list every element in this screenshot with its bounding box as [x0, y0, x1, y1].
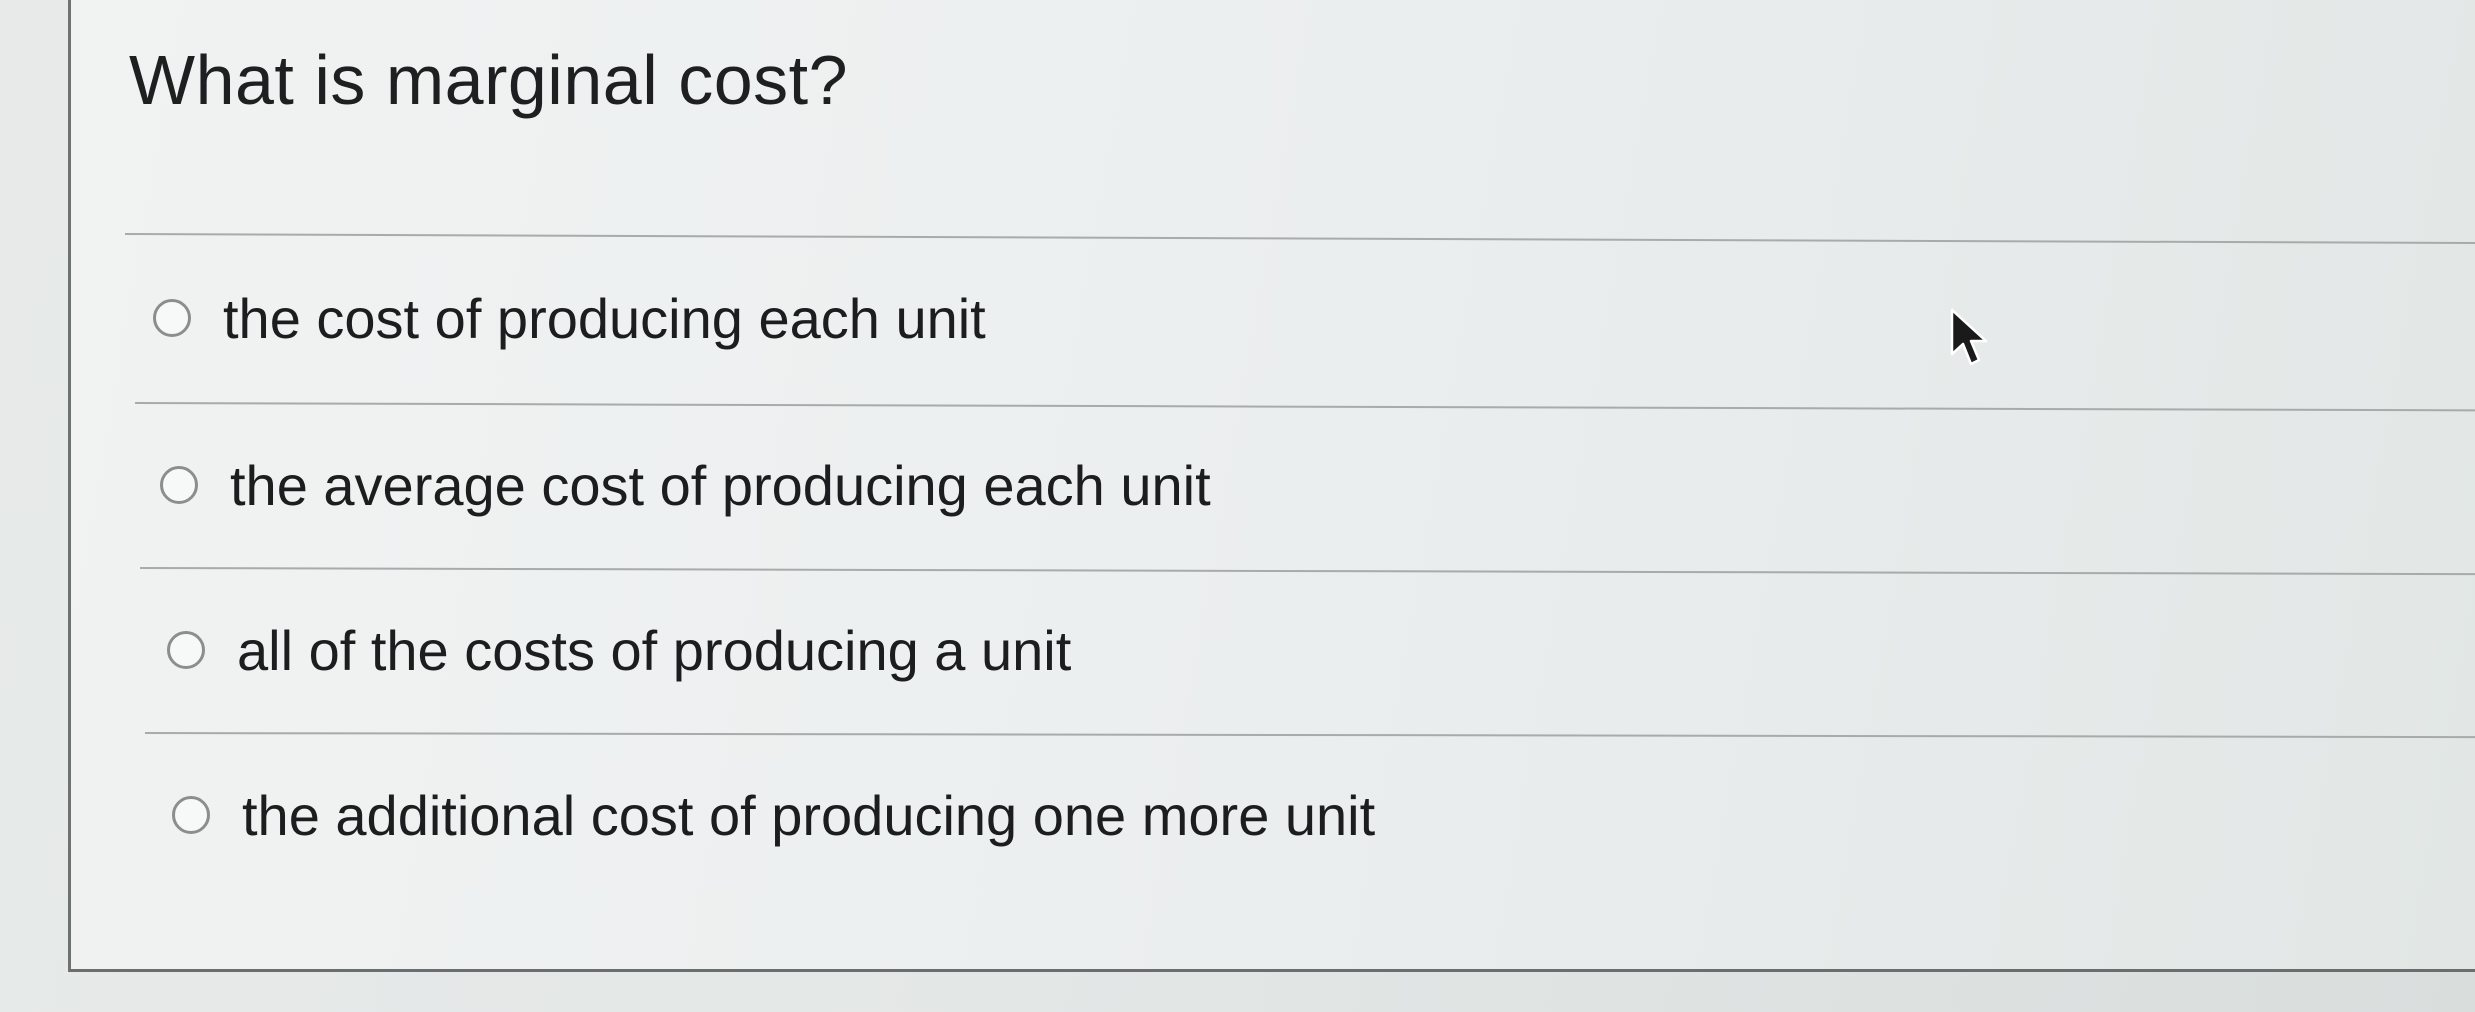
answer-option-3[interactable]: all of the costs of producing a unit	[167, 610, 1071, 690]
radio-button-icon[interactable]	[172, 796, 210, 834]
answer-option-label: all of the costs of producing a unit	[237, 618, 1072, 682]
answer-option-4[interactable]: the additional cost of producing one mor…	[172, 775, 1375, 855]
answer-option-label: the additional cost of producing one mor…	[242, 783, 1376, 847]
radio-button-icon[interactable]	[153, 299, 191, 337]
answer-option-1[interactable]: the cost of producing each unit	[153, 278, 986, 358]
radio-button-icon[interactable]	[167, 631, 205, 669]
answer-option-label: the average cost of producing each unit	[230, 453, 1211, 517]
question-title: What is marginal cost?	[129, 41, 849, 119]
mouse-pointer-icon	[1950, 308, 1988, 366]
answer-option-label: the cost of producing each unit	[223, 286, 986, 350]
radio-button-icon[interactable]	[160, 466, 198, 504]
answer-option-2[interactable]: the average cost of producing each unit	[160, 445, 1211, 525]
